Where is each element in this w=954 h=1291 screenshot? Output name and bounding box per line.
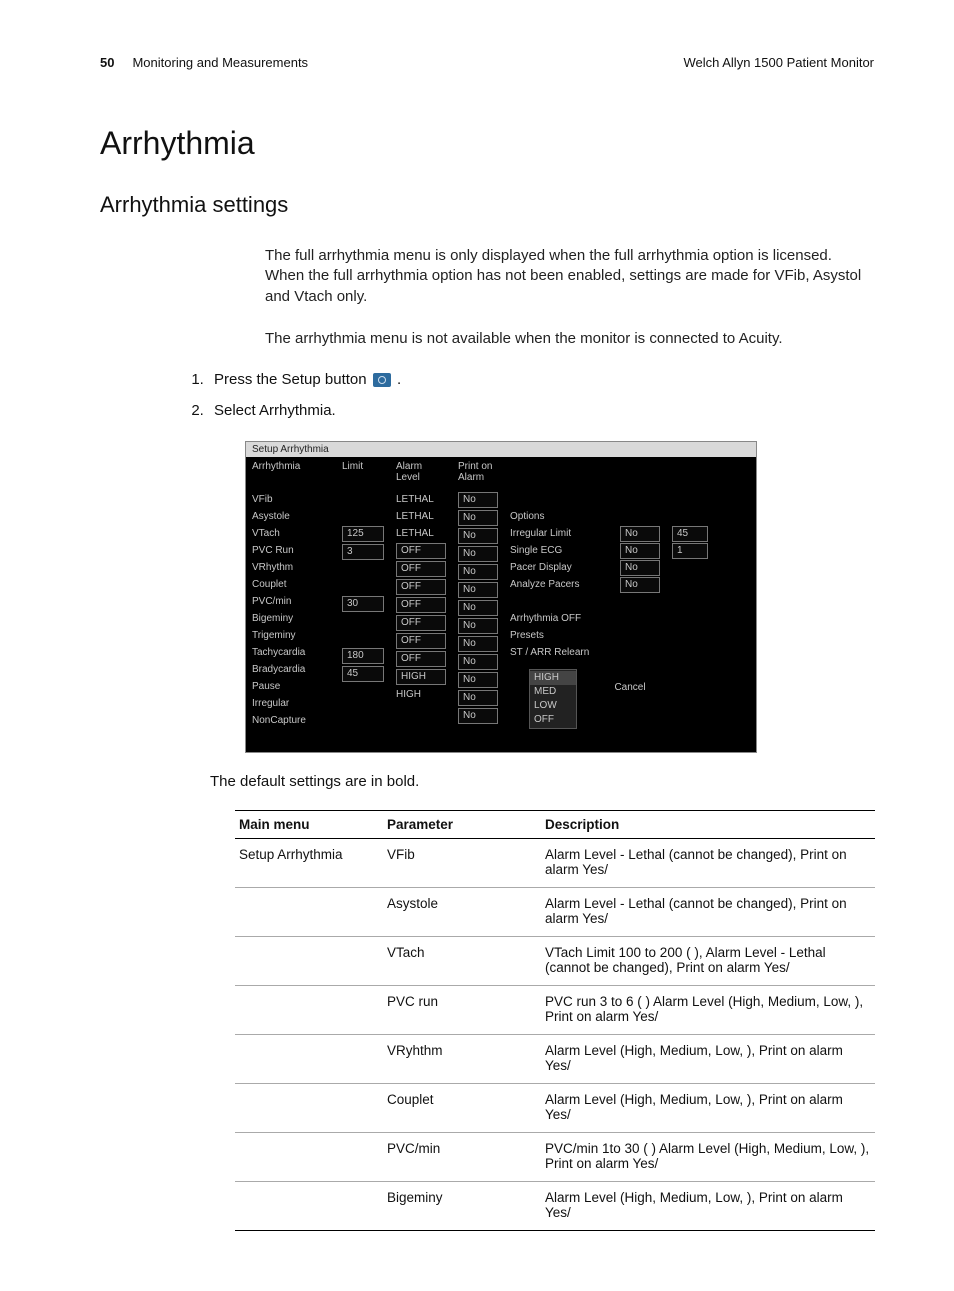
print-select[interactable]: No [458,618,498,634]
product-name: Welch Allyn 1500 Patient Monitor [683,55,874,70]
limit-input[interactable]: 3 [342,544,384,560]
limit-input[interactable]: 125 [342,526,384,542]
opt-presets[interactable]: Presets [510,627,608,644]
print-select[interactable]: No [458,528,498,544]
opt-irr-limit-b[interactable]: 45 [672,526,708,542]
print-select[interactable]: No [458,672,498,688]
opt-pacer-display: Pacer Display [510,559,608,576]
alarm-select[interactable]: OFF [396,651,446,667]
alarm-select[interactable]: OFF [396,597,446,613]
col-head-arrhythmia: Arrhythmia [252,461,330,485]
row-label: Irregular [252,695,330,712]
row-label: PVC/min [252,593,330,610]
opt-arr-off[interactable]: Arrhythmia OFF [510,610,608,627]
defaults-caption: The default settings are in bold. [210,773,874,790]
steps-list: Press the Setup button . Select Arrhythm… [208,371,874,419]
popup-option-off[interactable]: OFF [530,713,576,727]
intro-paragraph-2: The arrhythmia menu is not available whe… [265,329,874,349]
popup-option-high[interactable]: HIGH [530,671,576,685]
row-label: Pause [252,678,330,695]
options-head: Options [510,508,608,525]
th-main-menu: Main menu [235,811,383,839]
alarm-select[interactable]: OFF [396,561,446,577]
row-label: Couplet [252,576,330,593]
print-select[interactable]: No [458,492,498,508]
setup-arrhythmia-dialog: Setup Arrhythmia Arrhythmia VFibAsystole… [245,441,757,753]
alarm-select[interactable]: OFF [396,543,446,559]
section-title: Monitoring and Measurements [132,55,308,70]
row-label: VFib [252,491,330,508]
page-number: 50 [100,55,114,70]
col-head-alarm: Alarm Level [396,461,446,485]
heading-2: Arrhythmia settings [100,192,874,218]
print-select[interactable]: No [458,510,498,526]
print-select[interactable]: No [458,582,498,598]
print-select[interactable]: No [458,708,498,724]
step-1: Press the Setup button . [208,371,874,388]
print-select[interactable]: No [458,600,498,616]
opt-pacer-a[interactable]: No [620,560,660,576]
table-row: PVC/minPVC/min 1to 30 ( ) Alarm Level (H… [235,1133,875,1182]
row-label: Bigeminy [252,610,330,627]
print-select[interactable]: No [458,636,498,652]
row-label: Asystole [252,508,330,525]
opt-analyze-pacers: Analyze Pacers [510,576,608,593]
print-select[interactable]: No [458,654,498,670]
dialog-title: Setup Arrhythmia [246,442,756,457]
row-label: Tachycardia [252,644,330,661]
print-select[interactable]: No [458,690,498,706]
th-parameter: Parameter [383,811,541,839]
alarm-select[interactable]: OFF [396,633,446,649]
heading-1: Arrhythmia [100,125,874,162]
popup-option-low[interactable]: LOW [530,699,576,713]
table-row: PVC runPVC run 3 to 6 ( ) Alarm Level (H… [235,986,875,1035]
row-label: NonCapture [252,712,330,729]
row-label: PVC Run [252,542,330,559]
table-row: CoupletAlarm Level (High, Medium, Low, )… [235,1084,875,1133]
alarm-select[interactable]: HIGH [396,669,446,685]
table-row: AsystoleAlarm Level - Lethal (cannot be … [235,888,875,937]
row-label: VTach [252,525,330,542]
print-select[interactable]: No [458,564,498,580]
col-head-print: Print on Alarm [458,461,498,485]
opt-irr-limit: Irregular Limit [510,525,608,542]
limit-input[interactable]: 180 [342,648,384,664]
row-label: VRhythm [252,559,330,576]
row-label: Trigeminy [252,627,330,644]
parameters-table: Main menu Parameter Description Setup Ar… [235,810,875,1231]
step-2: Select Arrhythmia. [208,402,874,419]
table-row: VRyhthmAlarm Level (High, Medium, Low, )… [235,1035,875,1084]
th-description: Description [541,811,875,839]
opt-single-ecg: Single ECG [510,542,608,559]
limit-input[interactable]: 30 [342,596,384,612]
setup-icon [373,373,391,387]
opt-irr-limit-a[interactable]: No [620,526,660,542]
alarm-select[interactable]: OFF [396,615,446,631]
print-select[interactable]: No [458,546,498,562]
limit-input[interactable]: 45 [342,666,384,682]
opt-relearn[interactable]: ST / ARR Relearn [510,644,608,661]
table-row: BigeminyAlarm Level (High, Medium, Low, … [235,1182,875,1231]
row-label: Bradycardia [252,661,330,678]
alarm-level-popup[interactable]: HIGH MED LOW OFF [529,669,577,729]
page-header: 50 Monitoring and Measurements Welch All… [100,55,874,70]
opt-single-ecg-a[interactable]: No [620,543,660,559]
popup-option-med[interactable]: MED [530,685,576,699]
opt-single-ecg-b[interactable]: 1 [672,543,708,559]
col-head-limit: Limit [342,461,384,485]
table-row: VTachVTach Limit 100 to 200 ( ), Alarm L… [235,937,875,986]
table-row: Setup ArrhythmiaVFibAlarm Level - Lethal… [235,839,875,888]
opt-analyze-a[interactable]: No [620,577,660,593]
intro-paragraph-1: The full arrhythmia menu is only display… [265,246,874,307]
alarm-select[interactable]: OFF [396,579,446,595]
